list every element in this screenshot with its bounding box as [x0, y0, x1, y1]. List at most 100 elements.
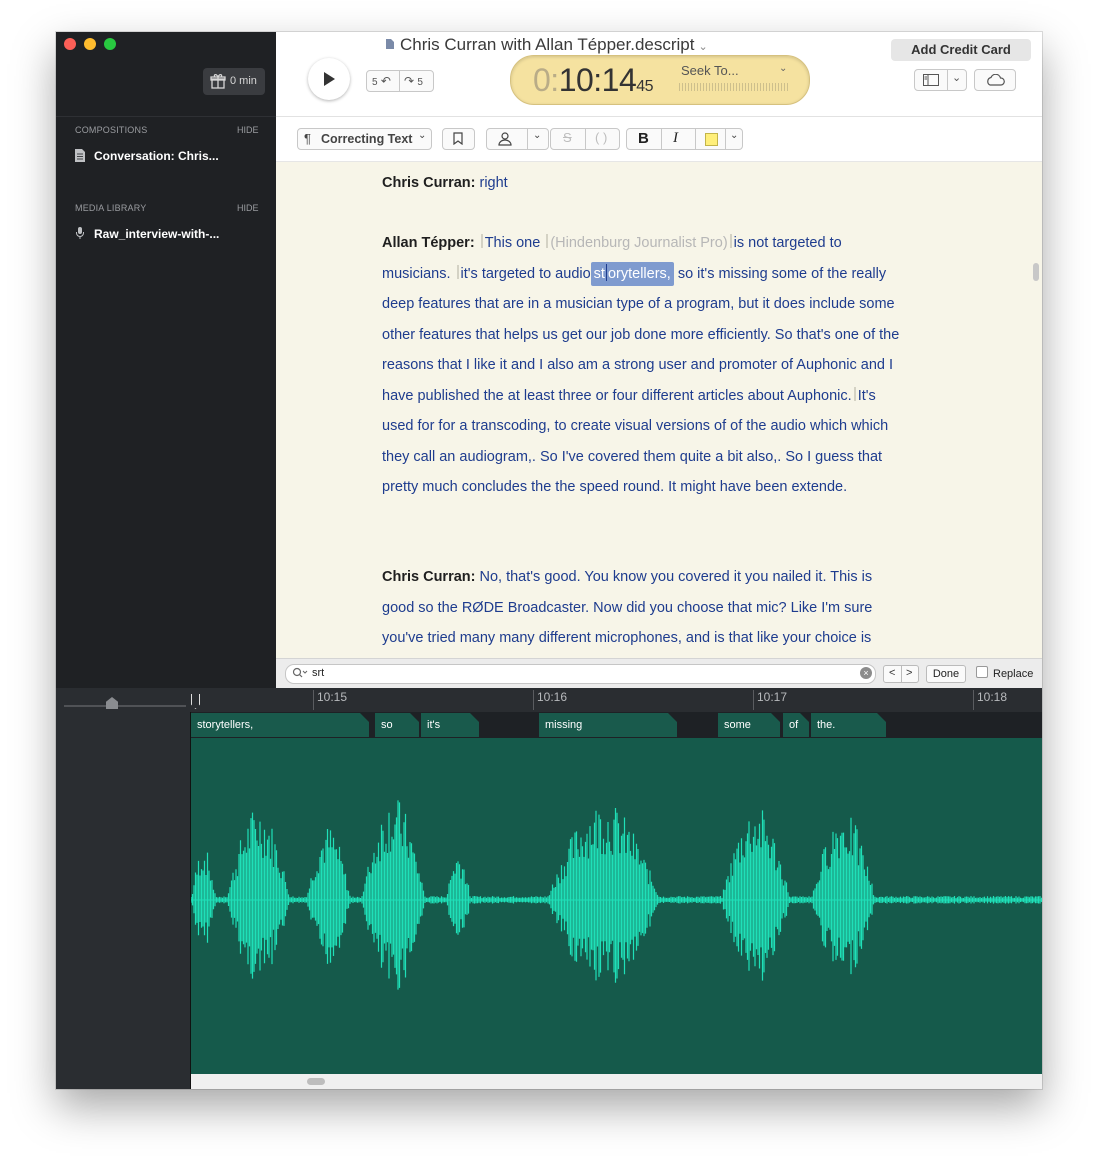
- timecode-display[interactable]: 0:10:1445 Seek To... ⌄: [510, 55, 810, 105]
- forward-icon: ↷: [404, 74, 418, 88]
- gap-marker[interactable]: [853, 386, 856, 401]
- transcript-paragraph[interactable]: Chris Curran: No, that's good. You know …: [382, 562, 902, 654]
- ruler-label: 10:17: [757, 690, 788, 704]
- word-block[interactable]: the.: [811, 713, 886, 737]
- divider: [947, 70, 948, 90]
- gap-marker[interactable]: [480, 234, 483, 248]
- composition-item-label: Conversation: Chris...: [94, 149, 219, 163]
- cloud-icon: [987, 74, 1005, 86]
- gap-marker[interactable]: [729, 234, 732, 248]
- sidebar: 0 min COMPOSITIONS HIDE Conversation: Ch…: [56, 32, 276, 688]
- waveform-path: [190, 800, 1042, 990]
- ruler-tick: [973, 690, 974, 710]
- transcript-paragraph[interactable]: Chris Curran: right: [382, 168, 902, 199]
- ruler-label: 10:18: [977, 690, 1008, 704]
- transcript-editor[interactable]: Chris Curran: right Allan Tépper: This o…: [276, 162, 1042, 658]
- chevron-down-icon[interactable]: ⌄: [730, 130, 738, 141]
- correcting-text-dropdown[interactable]: ¶ Correcting Text ⌄: [297, 128, 432, 150]
- skip-forward-button[interactable]: ↷ 5: [404, 74, 423, 88]
- transcript-text[interactable]: so it's missing some of the really deep …: [382, 266, 899, 404]
- playhead-marker[interactable]: [191, 694, 200, 709]
- divider: [725, 129, 726, 149]
- sidebar-top: 0 min: [56, 32, 276, 117]
- pilcrow-icon: ¶: [304, 131, 311, 146]
- level-meter: [679, 83, 789, 91]
- speaker-button[interactable]: ⌄: [486, 128, 549, 150]
- view-layout-button[interactable]: ⌄: [914, 69, 967, 91]
- divider: [585, 129, 586, 149]
- speaker-label[interactable]: Chris Curran:: [382, 569, 475, 585]
- bold-button[interactable]: B: [638, 130, 649, 147]
- minimize-window-button[interactable]: [84, 38, 96, 50]
- timeline-scrollbar[interactable]: [191, 1074, 1042, 1089]
- italic-button[interactable]: I: [673, 130, 678, 147]
- word-block[interactable]: some: [718, 713, 780, 737]
- zoom-control: [56, 688, 191, 713]
- media-library-header: MEDIA LIBRARY: [75, 203, 147, 213]
- text-style-group: B I ⌄: [626, 128, 743, 150]
- ruler-tick: [533, 690, 534, 710]
- checkbox-box[interactable]: [976, 666, 988, 678]
- time-ruler[interactable]: 10:15 10:16 10:17 10:18: [191, 688, 1042, 713]
- media-item[interactable]: Raw_interview-with-...: [76, 227, 220, 241]
- mode-label: Correcting Text: [321, 132, 413, 146]
- transcript-text[interactable]: This one: [485, 235, 541, 251]
- scrollbar-thumb[interactable]: [307, 1078, 325, 1085]
- zoom-slider-track[interactable]: [64, 705, 186, 707]
- chevron-down-icon[interactable]: ⌄: [533, 130, 541, 141]
- compositions-hide-button[interactable]: HIDE: [237, 125, 259, 135]
- word-block[interactable]: missing: [539, 713, 677, 737]
- rewind-icon: ↶: [377, 74, 391, 88]
- done-button[interactable]: Done: [926, 665, 966, 683]
- gift-minutes-button[interactable]: 0 min: [203, 68, 265, 95]
- close-window-button[interactable]: [64, 38, 76, 50]
- speaker-label[interactable]: Allan Tépper:: [382, 235, 475, 251]
- chevron-down-icon[interactable]: ⌄: [952, 71, 961, 84]
- highlight-color-swatch[interactable]: [705, 133, 718, 146]
- previous-match-button[interactable]: <: [889, 667, 895, 679]
- clear-search-icon[interactable]: ×: [860, 667, 872, 679]
- waveform: [190, 800, 1042, 990]
- strike-bracket-group: S ( ): [550, 128, 620, 150]
- transcript-text[interactable]: it's targeted to audio: [461, 266, 591, 282]
- document-icon: [386, 39, 394, 49]
- search-nav-buttons: < >: [883, 665, 919, 683]
- zoom-window-button[interactable]: [104, 38, 116, 50]
- composition-item[interactable]: Conversation: Chris...: [75, 149, 219, 163]
- compositions-header: COMPOSITIONS: [75, 125, 148, 135]
- struck-text[interactable]: (Hindenburg Journalist Pro): [550, 235, 727, 251]
- chevron-down-icon[interactable]: ⌄: [779, 63, 787, 74]
- next-match-button[interactable]: >: [906, 667, 912, 679]
- divider: [661, 129, 662, 149]
- gift-minutes-label: 0 min: [230, 75, 257, 87]
- media-library-hide-button[interactable]: HIDE: [237, 203, 259, 213]
- editor-scrollbar[interactable]: [1033, 263, 1039, 281]
- media-item-label: Raw_interview-with-...: [94, 227, 220, 241]
- ruler-tick: [313, 690, 314, 710]
- play-button[interactable]: [308, 58, 350, 100]
- search-input[interactable]: srt ×: [285, 664, 876, 684]
- search-match-highlight[interactable]: st orytellers,: [590, 261, 674, 286]
- replace-checkbox[interactable]: Replace: [976, 666, 1033, 680]
- cloud-sync-button[interactable]: [974, 69, 1016, 91]
- skip-back-button[interactable]: 5 ↶: [372, 74, 391, 88]
- speaker-label[interactable]: Chris Curran:: [382, 175, 475, 191]
- word-block[interactable]: it's: [421, 713, 479, 737]
- document-title[interactable]: Chris Curran with Allan Tépper.descript ⌄: [386, 35, 708, 55]
- transcript-paragraph[interactable]: Allan Tépper: This one (Hindenburg Journ…: [382, 228, 902, 503]
- word-block[interactable]: storytellers,: [191, 713, 369, 737]
- gap-marker[interactable]: [546, 234, 549, 248]
- zoom-slider-knob[interactable]: [106, 697, 118, 709]
- word-block[interactable]: so: [375, 713, 419, 737]
- add-credit-card-button[interactable]: Add Credit Card: [891, 39, 1031, 61]
- brackets-icon[interactable]: ( ): [595, 130, 607, 145]
- gap-marker[interactable]: [456, 264, 459, 279]
- transcript-text[interactable]: right: [480, 175, 508, 191]
- search-icon: [292, 667, 308, 678]
- strikethrough-icon[interactable]: S: [563, 130, 572, 145]
- waveform-track[interactable]: [190, 738, 1042, 1074]
- format-toolbar: ¶ Correcting Text ⌄ ⌄ S ( ) B I ⌄: [276, 117, 1042, 162]
- bookmark-button[interactable]: [442, 128, 475, 150]
- document-title-text: Chris Curran with Allan Tépper.descript: [400, 35, 695, 54]
- word-block[interactable]: of: [783, 713, 809, 737]
